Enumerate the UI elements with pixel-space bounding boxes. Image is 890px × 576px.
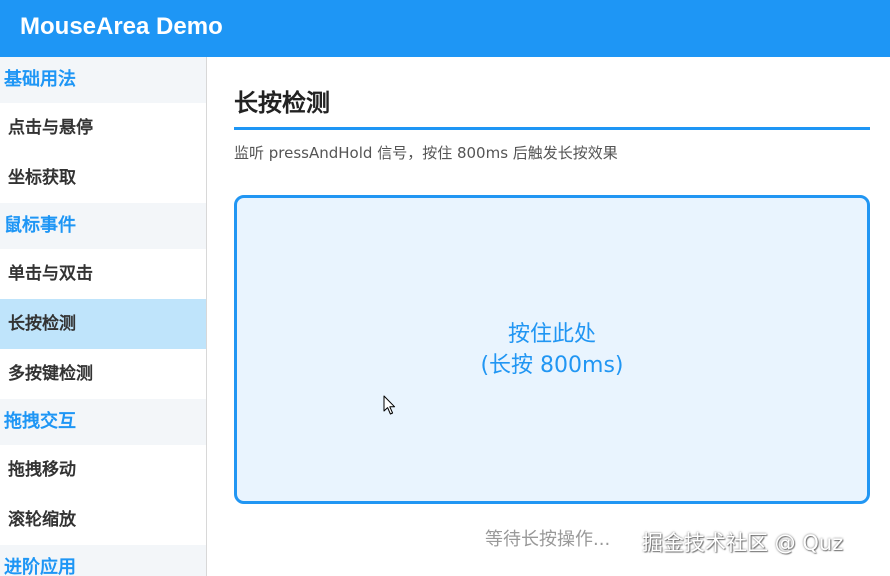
app-title: MouseArea Demo — [20, 13, 223, 40]
sidebar-item-click-hover[interactable]: 点击与悬停 — [0, 103, 206, 153]
sidebar-item-drag-move[interactable]: 拖拽移动 — [0, 445, 206, 495]
sidebar-group-advanced: 进阶应用 — [0, 545, 206, 576]
page-subtitle: 监听 pressAndHold 信号，按住 800ms 后触发长按效果 — [234, 144, 618, 162]
sidebar-group-mouse-events: 鼠标事件 — [0, 203, 206, 249]
sidebar-item-single-double-click[interactable]: 单击与双击 — [0, 249, 206, 299]
status-text: 等待长按操作... — [485, 529, 611, 550]
main-content: 长按检测 监听 pressAndHold 信号，按住 800ms 后触发长按效果… — [207, 57, 890, 576]
sidebar-group-basic: 基础用法 — [0, 57, 206, 103]
sidebar-group-drag: 拖拽交互 — [0, 399, 206, 445]
sidebar: 基础用法 点击与悬停 坐标获取 鼠标事件 单击与双击 长按检测 多按键检测 拖拽… — [0, 57, 207, 576]
press-area-label: 按住此处 — [507, 321, 596, 347]
sidebar-item-long-press[interactable]: 长按检测 — [0, 299, 206, 349]
long-press-area[interactable]: 按住此处 (长按 800ms) — [234, 195, 870, 504]
watermark: 掘金技术社区 @ Quz — [642, 531, 844, 555]
press-area-hint: (长按 800ms) — [480, 352, 624, 378]
title-underline — [234, 127, 870, 130]
sidebar-item-coordinates[interactable]: 坐标获取 — [0, 153, 206, 203]
mouse-pointer-icon — [383, 395, 396, 415]
sidebar-item-wheel-zoom[interactable]: 滚轮缩放 — [0, 495, 206, 545]
page-title: 长按检测 — [234, 89, 330, 117]
sidebar-item-multi-button[interactable]: 多按键检测 — [0, 349, 206, 399]
app-title-bar: MouseArea Demo — [0, 0, 890, 57]
